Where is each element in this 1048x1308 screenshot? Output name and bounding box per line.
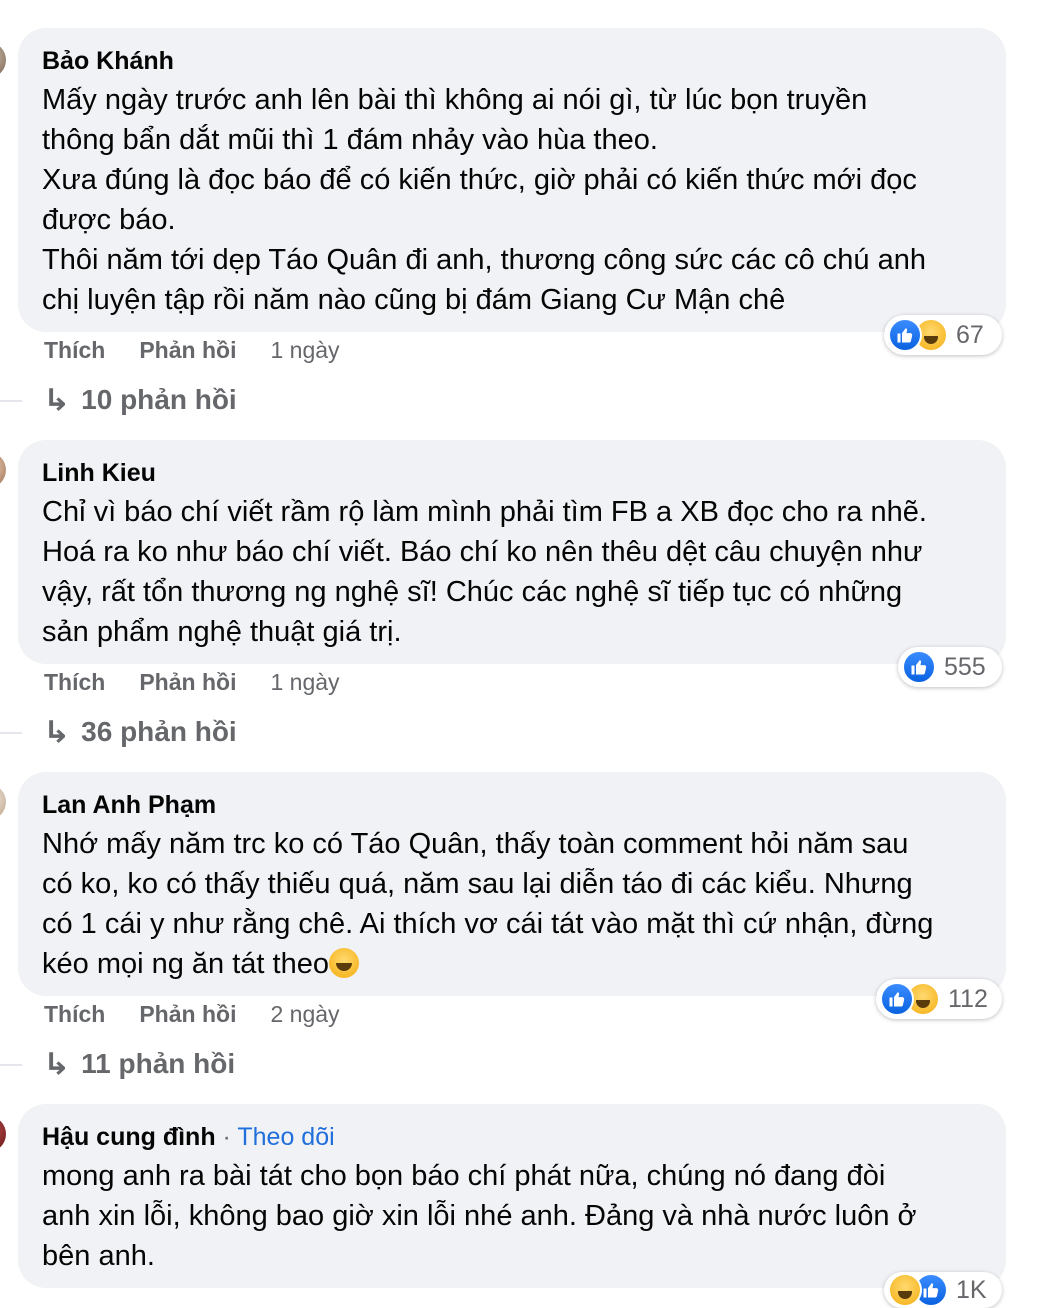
comment-text-body: Nhớ mấy năm trc ko có Táo Quân, thấy toà… [42, 828, 934, 980]
comment-text: Chỉ vì báo chí viết rầm rộ làm mình phải… [42, 496, 927, 648]
reply-button[interactable]: Phản hồi [139, 337, 236, 364]
avatar[interactable] [0, 452, 6, 488]
comment-bubble: Linh Kieu Chỉ vì báo chí viết rầm rộ làm… [18, 440, 1006, 664]
comment-timestamp[interactable]: 2 ngày [270, 1001, 339, 1028]
comment-bubble: Hậu cung đình · Theo dõi mong anh ra bài… [18, 1104, 1006, 1288]
reply-button[interactable]: Phản hồi [139, 1001, 236, 1028]
replies-count: 10 phản hồi [81, 384, 237, 415]
reply-arrow-icon: ↳ [42, 383, 71, 417]
comment-text: Mấy ngày trước anh lên bài thì không ai … [42, 84, 927, 316]
comment-bubble: Lan Anh Phạm Nhớ mấy năm trc ko có Táo Q… [18, 772, 1006, 996]
avatar[interactable] [0, 42, 6, 78]
laughing-emoji-icon [328, 948, 359, 978]
separator-dot: · [215, 1123, 238, 1151]
like-reaction-icon [888, 318, 922, 352]
avatar[interactable] [0, 784, 6, 820]
comment-text: mong anh ra bài tát cho bọn báo chí phát… [42, 1160, 917, 1272]
comment-author[interactable]: Linh Kieu [42, 458, 982, 488]
comment-actions: Thích Phản hồi 2 ngày [44, 998, 340, 1030]
reaction-count: 555 [944, 652, 986, 681]
reply-button[interactable]: Phản hồi [139, 669, 236, 696]
avatar[interactable] [0, 1116, 6, 1152]
comment-author[interactable]: Lan Anh Phạm [42, 790, 982, 820]
reaction-count: 67 [956, 320, 984, 349]
comment-text: Nhớ mấy năm trc ko có Táo Quân, thấy toà… [42, 824, 982, 984]
like-reaction-icon [902, 650, 936, 684]
like-button[interactable]: Thích [44, 669, 105, 696]
comment-bubble: Bảo Khánh Mấy ngày trước anh lên bài thì… [18, 28, 1006, 332]
view-replies-link[interactable]: ↳ 10 phản hồi [42, 382, 237, 418]
comment-timestamp[interactable]: 1 ngày [270, 337, 339, 364]
haha-reaction-icon [888, 1273, 922, 1307]
comment-author[interactable]: Bảo Khánh [42, 46, 982, 76]
reply-arrow-icon: ↳ [42, 715, 71, 749]
reaction-count: 112 [948, 984, 988, 1013]
comment-author: Hậu cung đình · Theo dõi [42, 1122, 982, 1152]
thread-connector [0, 400, 22, 402]
comment-actions: Thích Phản hồi 1 ngày [44, 334, 340, 366]
reaction-summary[interactable]: 67 [884, 315, 1002, 355]
thread-connector [0, 732, 22, 734]
like-button[interactable]: Thích [44, 1001, 105, 1028]
comment-timestamp[interactable]: 1 ngày [270, 669, 339, 696]
comment-actions: Thích Phản hồi 1 ngày [44, 666, 340, 698]
replies-count: 11 phản hồi [81, 1048, 236, 1079]
like-reaction-icon [880, 982, 914, 1016]
like-button[interactable]: Thích [44, 337, 105, 364]
follow-button[interactable]: Theo dõi [237, 1123, 334, 1151]
reaction-summary[interactable]: 1K [884, 1272, 1002, 1308]
thread-connector [0, 1064, 22, 1066]
reaction-summary[interactable]: 555 [898, 647, 1002, 687]
reaction-count: 1K [956, 1275, 987, 1304]
reply-arrow-icon: ↳ [42, 1047, 71, 1081]
comment-author-name[interactable]: Hậu cung đình [42, 1123, 216, 1151]
view-replies-link[interactable]: ↳ 36 phản hồi [42, 714, 237, 750]
view-replies-link[interactable]: ↳ 11 phản hồi [42, 1046, 236, 1082]
replies-count: 36 phản hồi [81, 716, 237, 747]
reaction-summary[interactable]: 112 [876, 979, 1002, 1019]
